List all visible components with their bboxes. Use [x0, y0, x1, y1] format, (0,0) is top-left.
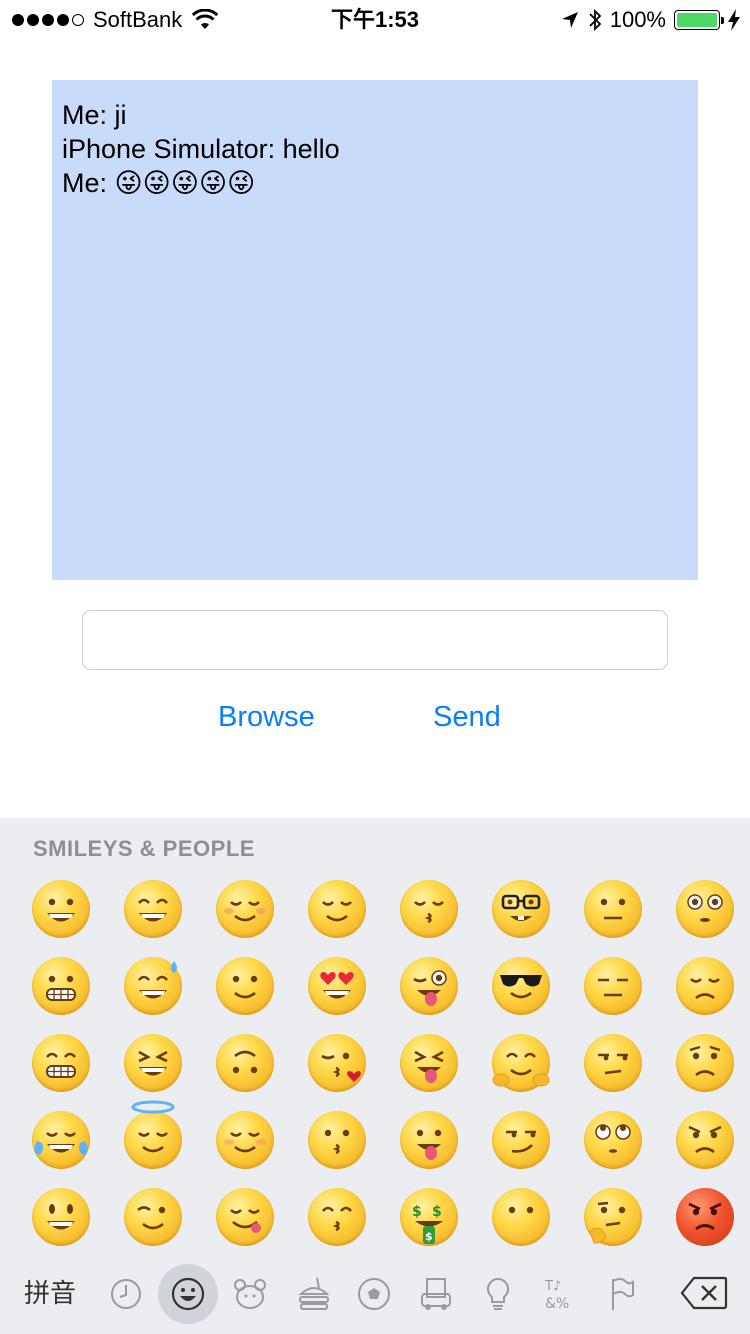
smileys-icon[interactable] — [158, 1264, 218, 1324]
message-sender: Me: — [62, 100, 108, 130]
rage-emoji-key[interactable] — [676, 1188, 734, 1246]
kissing-closed-eyes-emoji-key[interactable] — [400, 880, 458, 938]
svg-text:$: $ — [412, 1204, 422, 1220]
status-right: 100% — [560, 6, 740, 34]
delete-icon[interactable] — [680, 1276, 728, 1310]
disappointed-emoji-key[interactable] — [676, 957, 734, 1015]
tongue-out-emoji-key[interactable] — [400, 1111, 458, 1169]
flushed-emoji-key[interactable] — [676, 880, 734, 938]
no-mouth-emoji-key[interactable] — [492, 1188, 550, 1246]
status-bar: SoftBank 下午1:53 100% — [0, 0, 750, 40]
smirk-emoji-key[interactable] — [492, 1111, 550, 1169]
blush-emoji-key[interactable] — [216, 880, 274, 938]
chat-message: Me: ji — [62, 98, 688, 132]
emoji-keyboard: SMILEYS & PEOPLE $ $ $ 拼音 T♪ &% — [0, 818, 750, 1334]
yum-emoji-key[interactable] — [216, 1188, 274, 1246]
recent-icon[interactable] — [104, 1272, 148, 1316]
neutral-emoji-key[interactable] — [584, 880, 642, 938]
innocent-emoji-key[interactable] — [124, 1100, 182, 1169]
upside-down-emoji-key[interactable] — [216, 1034, 274, 1092]
grimacing-emoji-key[interactable] — [32, 957, 90, 1015]
worried-emoji-key[interactable] — [676, 1034, 734, 1092]
thinking-emoji-key[interactable] — [584, 1188, 642, 1246]
message-text: ji — [114, 100, 127, 130]
chat-message: Me: 😜😜😜😜😜 — [62, 166, 688, 201]
send-button[interactable]: Send — [433, 696, 501, 738]
svg-text:T♪: T♪ — [544, 1279, 561, 1294]
food-icon[interactable] — [292, 1272, 336, 1316]
heart-eyes-emoji-key[interactable] — [308, 957, 366, 1015]
activity-icon[interactable] — [352, 1272, 396, 1316]
angry-emoji-key[interactable] — [676, 1111, 734, 1169]
expressionless-emoji-key[interactable] — [584, 957, 642, 1015]
chat-message: iPhone Simulator: hello — [62, 132, 688, 166]
objects-icon[interactable] — [476, 1272, 520, 1316]
sunglasses-emoji-key[interactable] — [492, 957, 550, 1015]
symbols-icon[interactable]: T♪ &% — [538, 1272, 582, 1316]
nerd-emoji-key[interactable] — [492, 880, 550, 938]
grinning-emoji-key[interactable] — [32, 880, 90, 938]
location-arrow-icon — [561, 12, 578, 28]
message-text: 😜😜😜😜😜 — [114, 168, 256, 199]
emoji-grid: $ $ $ — [0, 874, 750, 1254]
browse-button[interactable]: Browse — [218, 696, 315, 738]
svg-text:$: $ — [425, 1230, 433, 1243]
battery-level-fill — [677, 13, 717, 27]
eye-roll-emoji-key[interactable] — [584, 1111, 642, 1169]
battery-percentage: 100% — [609, 7, 666, 32]
message-text: hello — [282, 134, 340, 164]
hugging-emoji-key[interactable] — [492, 1034, 550, 1092]
pinyin-key[interactable]: 拼音 — [24, 1276, 76, 1312]
animals-icon[interactable] — [228, 1272, 272, 1316]
svg-text:&%: &% — [545, 1296, 569, 1312]
slight-smile-emoji-key[interactable] — [216, 957, 274, 1015]
smile-emoji-key[interactable] — [124, 880, 182, 938]
keyboard-toolbar: 拼音 T♪ &% — [0, 1258, 750, 1334]
kissing-heart-emoji-key[interactable] — [308, 1034, 366, 1092]
keyboard-section-title: SMILEYS & PEOPLE — [33, 836, 255, 861]
charging-bolt-icon — [728, 9, 740, 31]
squinting-tongue-emoji-key[interactable] — [400, 1034, 458, 1092]
wink-emoji-key[interactable] — [124, 1188, 182, 1246]
unamused-emoji-key[interactable] — [584, 1034, 642, 1092]
message-sender: iPhone Simulator: — [62, 134, 276, 164]
chat-log: Me: ji iPhone Simulator: hello Me: 😜😜😜😜😜 — [52, 80, 698, 580]
message-input[interactable] — [82, 610, 668, 670]
battery-icon — [674, 10, 724, 30]
joy-emoji-key[interactable] — [32, 1111, 90, 1169]
kissing-smiling-eyes-emoji-key[interactable] — [308, 1188, 366, 1246]
flags-icon[interactable] — [600, 1272, 644, 1316]
message-sender: Me: — [62, 168, 108, 198]
kissing-emoji-key[interactable] — [308, 1111, 366, 1169]
money-mouth-emoji-key[interactable]: $ $ $ — [400, 1188, 458, 1246]
winking-tongue-emoji-key[interactable] — [400, 957, 458, 1015]
travel-icon[interactable] — [414, 1272, 458, 1316]
grin-emoji-key[interactable] — [32, 1034, 90, 1092]
bluetooth-icon — [589, 8, 601, 32]
svg-text:$: $ — [432, 1204, 442, 1220]
smiley-emoji-key[interactable] — [32, 1188, 90, 1246]
sweat-smile-emoji-key[interactable] — [124, 957, 182, 1015]
smiling-relaxed-emoji-key[interactable] — [216, 1111, 274, 1169]
laughing-emoji-key[interactable] — [124, 1034, 182, 1092]
relieved-emoji-key[interactable] — [308, 880, 366, 938]
